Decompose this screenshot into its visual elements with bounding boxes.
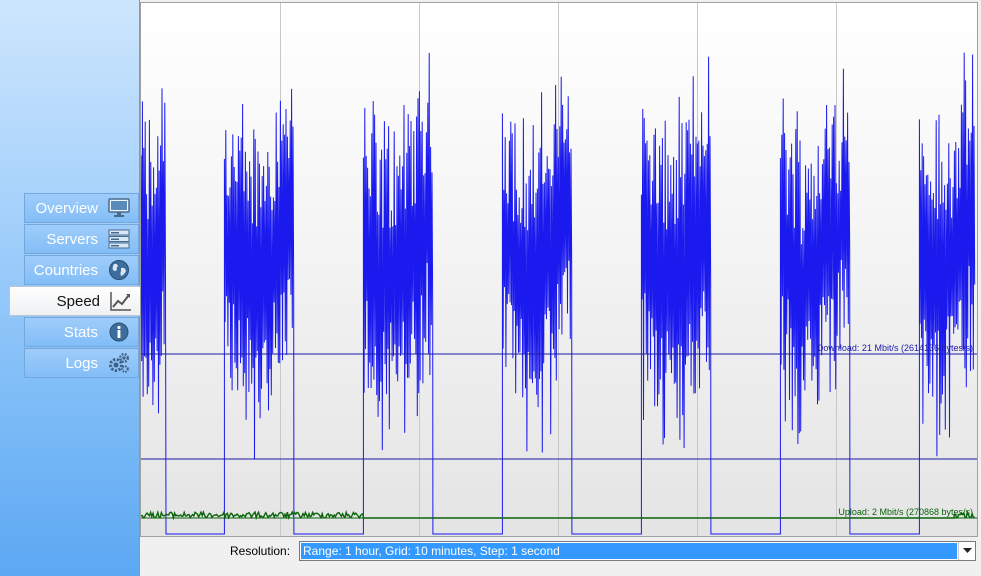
- sidebar-item-speed[interactable]: Speed: [9, 286, 140, 316]
- servers-icon: [108, 228, 130, 250]
- speed-chart: Download: 21 Mbit/s (2614136 bytes/s) Upl…: [140, 2, 978, 537]
- resolution-label: Resolution:: [230, 544, 291, 558]
- sidebar-item-label: Stats: [63, 323, 98, 341]
- speed-chart-svg: Download: 21 Mbit/s (2614136 bytes/s) Upl…: [141, 3, 977, 536]
- sidebar-item-label: Speed: [56, 292, 100, 310]
- resolution-bar: Resolution: Range: 1 hour, Grid: 10 minu…: [140, 538, 981, 576]
- gears-icon: [108, 352, 130, 374]
- globe-icon: [108, 259, 130, 281]
- download-series-line: [141, 52, 976, 535]
- monitor-icon: [108, 197, 130, 219]
- download-reference-label: Download: 21 Mbit/s (2614136 bytes/s): [817, 343, 973, 353]
- info-icon: [108, 321, 130, 343]
- sidebar-item-label: Logs: [65, 354, 98, 372]
- sidebar-item-label: Servers: [46, 230, 98, 248]
- upload-reference-label: Upload: 2 Mbit/s (270868 bytes/s): [838, 507, 973, 517]
- sidebar-item-overview[interactable]: Overview: [24, 193, 139, 223]
- sidebar-item-label: Countries: [33, 261, 98, 279]
- chart-line-icon: [110, 290, 132, 312]
- sidebar-item-stats[interactable]: Stats: [24, 317, 139, 347]
- sidebar-item-servers[interactable]: Servers: [24, 224, 139, 254]
- sidebar-item-label: Overview: [35, 199, 98, 217]
- sidebar-item-countries[interactable]: Countries: [24, 255, 139, 285]
- resolution-selected-value: Range: 1 hour, Grid: 10 minutes, Step: 1…: [301, 543, 957, 559]
- sidebar: Overview Servers Countries Speed Stats L…: [0, 0, 140, 576]
- sidebar-item-logs[interactable]: Logs: [24, 348, 139, 378]
- resolution-dropdown[interactable]: Range: 1 hour, Grid: 10 minutes, Step: 1…: [299, 541, 976, 561]
- chevron-down-icon[interactable]: [958, 542, 975, 560]
